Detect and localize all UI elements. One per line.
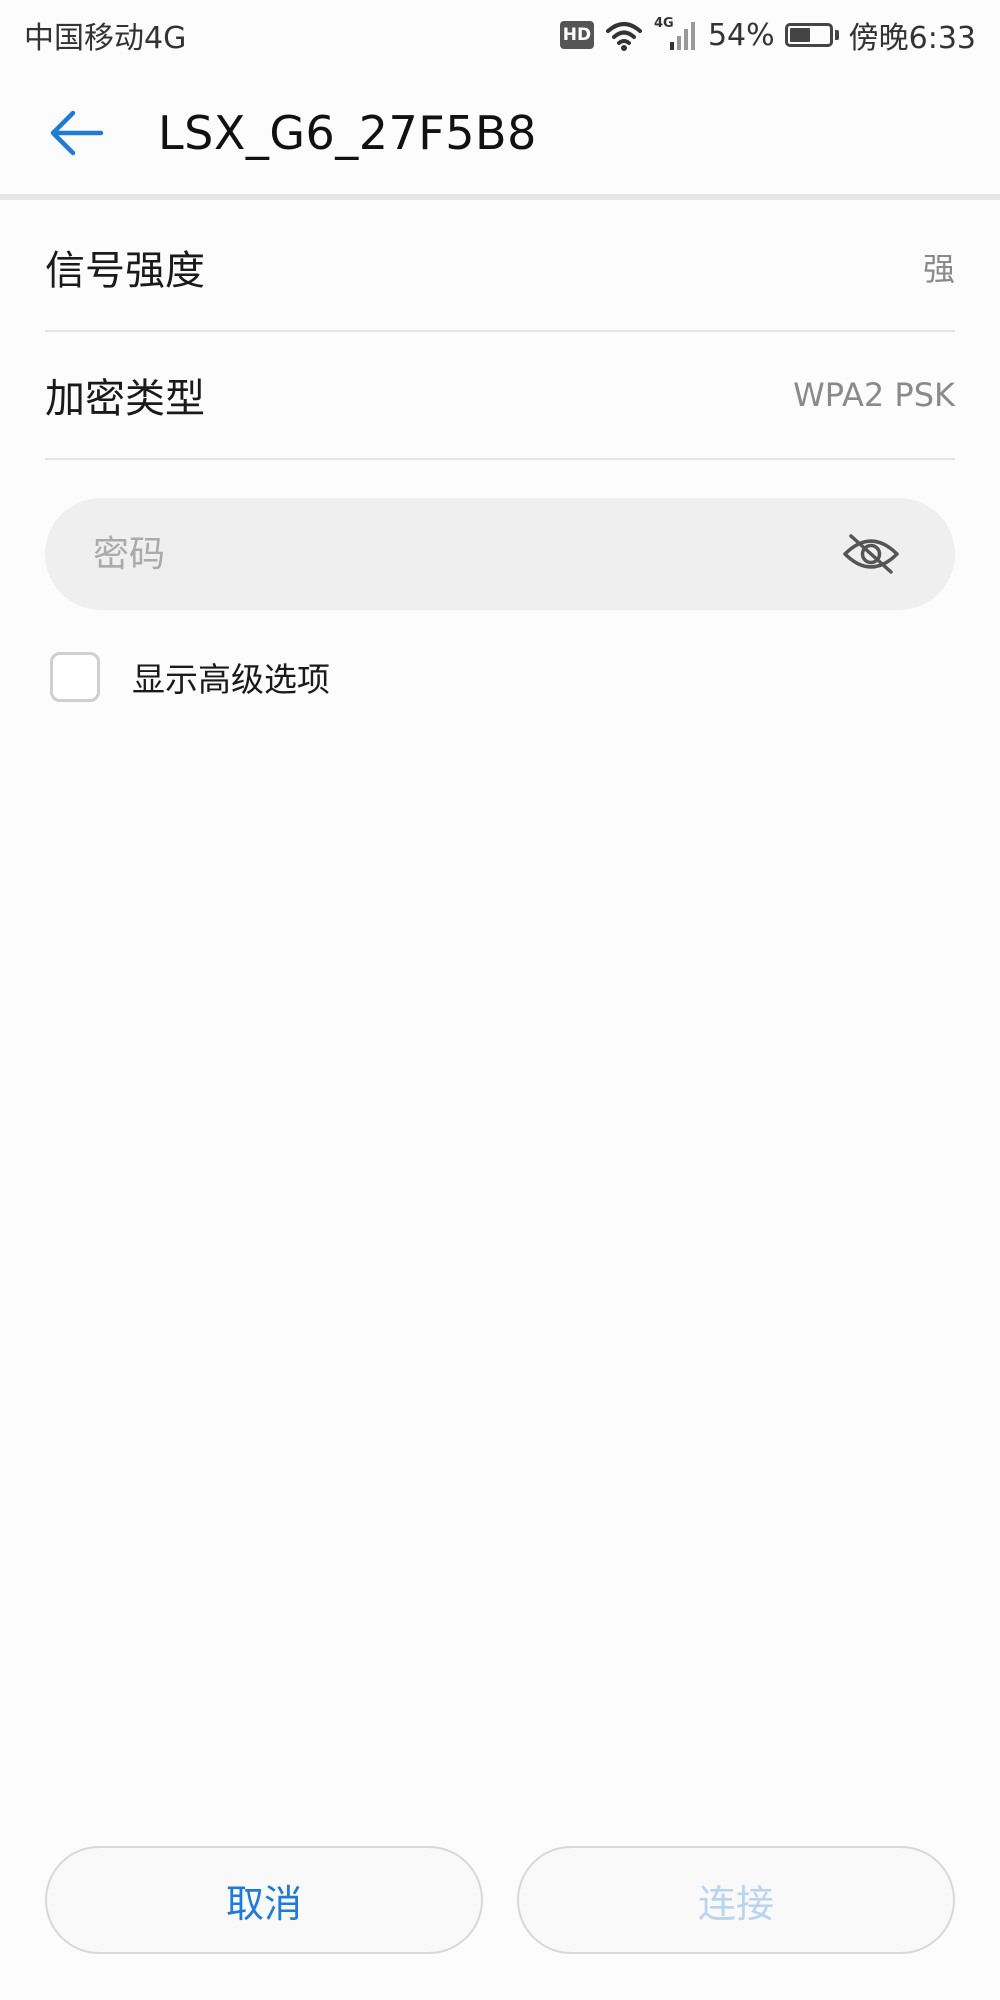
signal-strength-row: 信号强度 强 [45, 204, 955, 332]
signal-strength-value: 强 [922, 250, 955, 288]
page-title: LSX_G6_27F5B8 [158, 106, 537, 160]
encryption-type-value: WPA2 PSK [793, 376, 955, 414]
advanced-options-label: 显示高级选项 [132, 660, 330, 699]
app-bar-divider [0, 194, 1000, 200]
eye-off-icon [843, 534, 899, 574]
encryption-type-row: 加密类型 WPA2 PSK [45, 332, 955, 460]
cancel-button[interactable]: 取消 [45, 1846, 483, 1954]
password-input[interactable] [91, 532, 841, 576]
battery-percent: 54% [707, 17, 775, 53]
carrier-name: 中国移动4G [24, 21, 187, 56]
password-visibility-toggle[interactable] [841, 524, 901, 584]
battery-icon [784, 23, 839, 47]
arrow-left-icon [50, 110, 104, 156]
status-bar: 中国移动4G HD 4G 54% 傍晚6:33 [0, 0, 1000, 70]
status-time: 傍晚6:33 [848, 21, 976, 56]
password-field[interactable] [45, 498, 955, 610]
hd-icon: HD [559, 21, 594, 49]
show-advanced-options[interactable]: 显示高级选项 [50, 650, 330, 704]
cell-signal-icon: 4G [654, 16, 698, 52]
advanced-options-checkbox[interactable] [50, 652, 100, 702]
signal-strength-label: 信号强度 [45, 248, 205, 294]
back-button[interactable] [46, 102, 108, 164]
connect-button[interactable]: 连接 [517, 1846, 955, 1954]
battery-level-fill [789, 28, 811, 42]
encryption-type-label: 加密类型 [45, 376, 205, 422]
status-icons: HD 4G 54% 傍晚6:33 [559, 13, 976, 57]
wifi-icon [605, 22, 642, 51]
app-bar: LSX_G6_27F5B8 [0, 70, 1000, 196]
